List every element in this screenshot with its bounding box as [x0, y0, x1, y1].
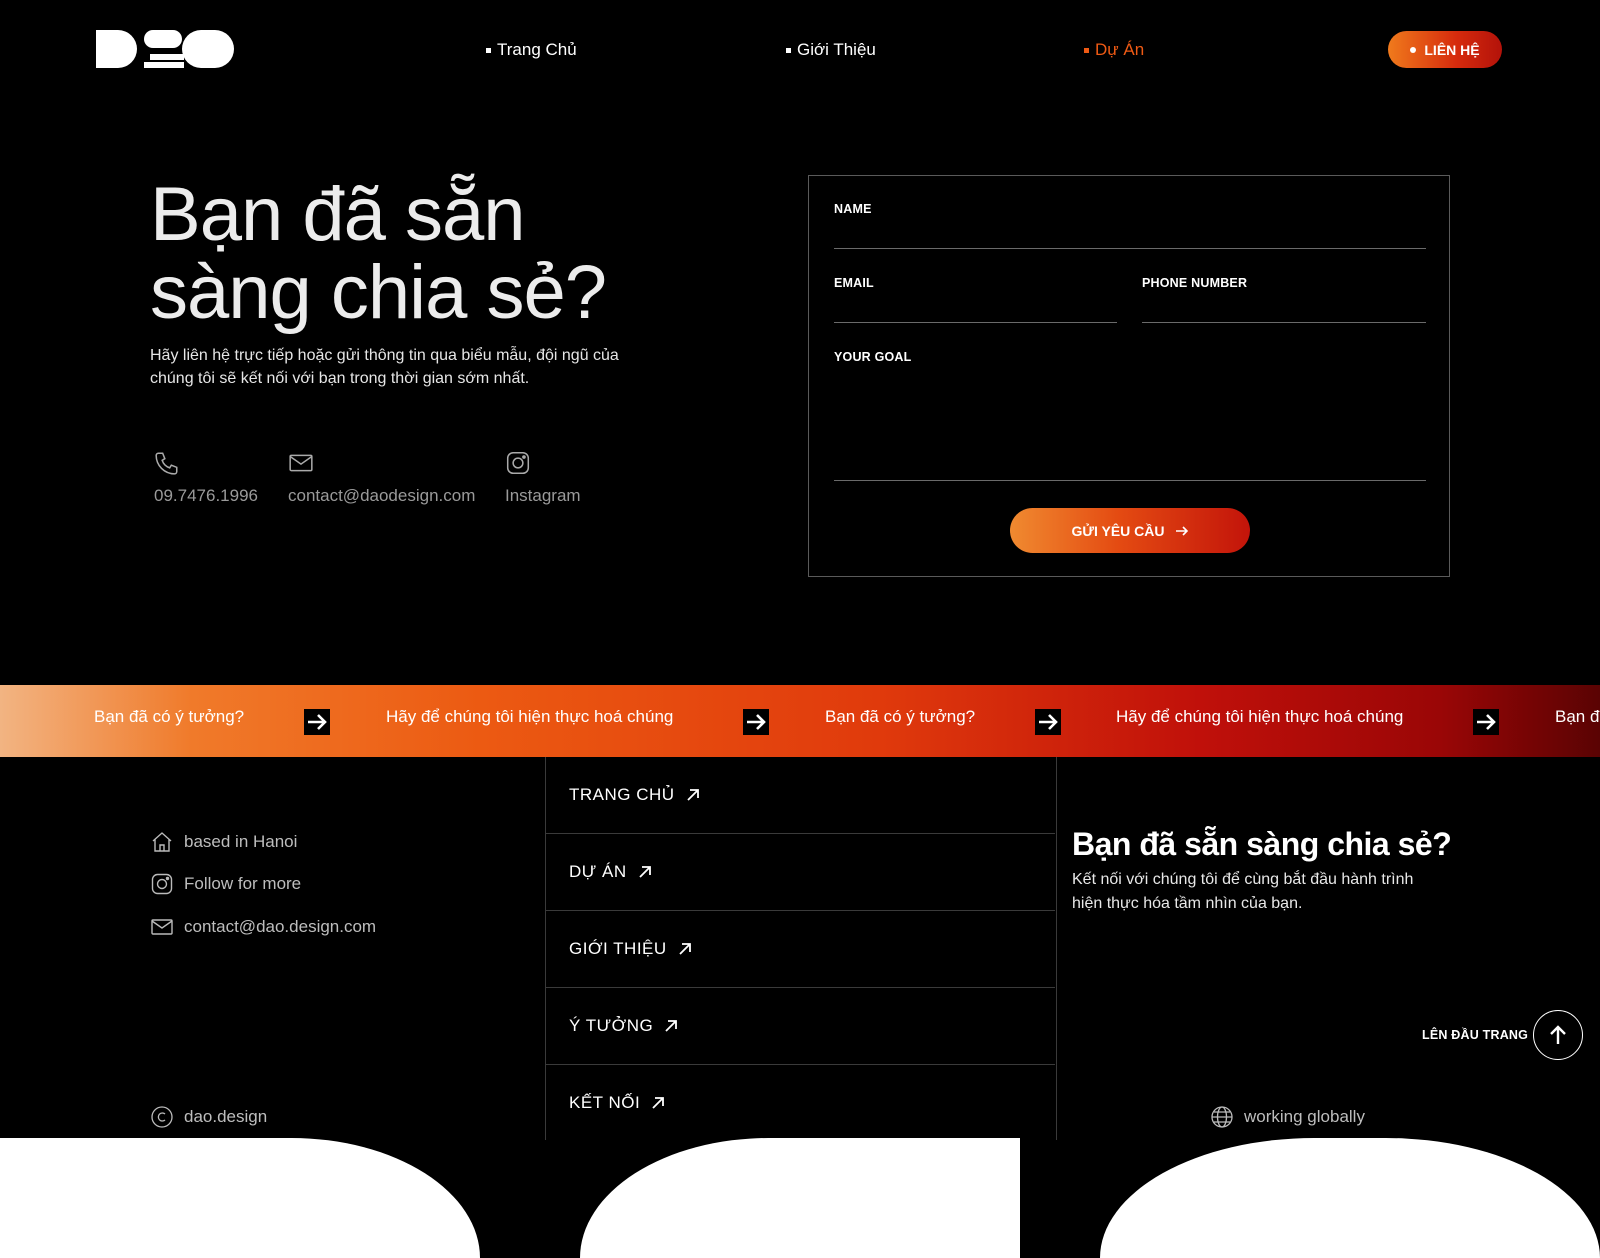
- footer-menu-du-an[interactable]: DỰ ÁN: [545, 834, 1055, 911]
- marquee-text: Hãy để chúng tôi hiện thực hoá chúng: [1116, 707, 1404, 726]
- arrow-right-icon: [743, 709, 769, 735]
- goal-field[interactable]: [834, 480, 1426, 481]
- footer-copyright: dao.design: [150, 1105, 267, 1129]
- marquee-text: Bạn đã có ý tưởng?: [94, 707, 245, 726]
- marquee-text: Hãy để chúng tôi hiện thực hoá chúng: [386, 707, 674, 726]
- decorative-arch: [1100, 1138, 1600, 1258]
- mail-icon: [151, 919, 173, 935]
- arrow-up-right-icon: [679, 943, 691, 955]
- phone-field[interactable]: [1142, 322, 1426, 323]
- marquee-text: Bạn đ: [1555, 707, 1600, 726]
- footer-menu-gioi-thieu[interactable]: GIỚI THIỆU: [545, 911, 1055, 988]
- footer-follow[interactable]: Follow for more: [150, 872, 301, 896]
- footer-email[interactable]: contact@dao.design.com: [150, 915, 376, 939]
- footer-menu-trang-chu[interactable]: TRANG CHỦ: [545, 757, 1055, 834]
- email-field[interactable]: [834, 322, 1117, 323]
- footer-cta-title: Bạn đã sẵn sàng chia sẻ?: [1072, 826, 1452, 862]
- dao-logo[interactable]: [96, 30, 234, 68]
- menu-label: Ý TƯỞNG: [569, 1016, 654, 1035]
- arrow-up-right-icon: [639, 866, 651, 878]
- contact-email[interactable]: contact@daodesign.com: [288, 450, 475, 506]
- hero-title: Bạn đã sẵn sàng chia sẻ?: [150, 176, 710, 332]
- hero-description: Hãy liên hệ trực tiếp hoặc gửi thông tin…: [150, 347, 619, 387]
- name-label: NAME: [834, 202, 872, 216]
- instagram-icon: [506, 451, 530, 475]
- contact-button[interactable]: LIÊN HỆ: [1388, 31, 1502, 68]
- dot-icon: [1410, 46, 1417, 53]
- contact-phone[interactable]: 09.7476.1996: [154, 450, 258, 506]
- email-label: EMAIL: [834, 276, 874, 290]
- hero-title-line1: Bạn đã sẵn: [150, 172, 526, 257]
- copyright-icon: [151, 1106, 173, 1128]
- nav-label: Dự Án: [1095, 40, 1145, 59]
- phone-number: 09.7476.1996: [154, 486, 258, 505]
- footer-working-globally: working globally: [1210, 1105, 1365, 1129]
- home-icon: [152, 832, 172, 852]
- location-text: based in Hanoi: [184, 832, 298, 851]
- arrow-right-icon: [1473, 709, 1499, 735]
- nav-gioi-thieu[interactable]: Giới Thiệu: [786, 40, 876, 60]
- goal-label: YOUR GOAL: [834, 350, 912, 364]
- menu-label: GIỚI THIỆU: [569, 939, 667, 958]
- phone-icon: [155, 452, 178, 475]
- nav-label: Giới Thiệu: [797, 40, 876, 59]
- menu-label: DỰ ÁN: [569, 862, 627, 881]
- phone-label: PHONE NUMBER: [1142, 276, 1248, 290]
- decorative-arch: [0, 1138, 480, 1258]
- contact-button-label: LIÊN HỆ: [1424, 41, 1480, 58]
- arrow-up-right-icon: [686, 789, 699, 801]
- follow-text: Follow for more: [184, 874, 302, 893]
- mail-icon: [289, 454, 313, 472]
- arrow-up-right-icon: [652, 1097, 665, 1109]
- marquee-text: Bạn đã có ý tưởng?: [825, 707, 976, 726]
- nav-du-an[interactable]: Dự Án: [1084, 40, 1144, 60]
- bullet-icon: [1084, 47, 1089, 53]
- instagram-link: Instagram: [505, 486, 581, 505]
- bullet-icon: [486, 47, 491, 53]
- footer-menu-y-tuong[interactable]: Ý TƯỞNG: [545, 988, 1055, 1065]
- submit-button-label: GỬI YÊU CẦU: [1071, 522, 1165, 539]
- marquee-banner: Bạn đã có ý tưởng? Hãy để chúng tôi hiện…: [0, 685, 1600, 757]
- globe-icon: [1211, 1106, 1233, 1128]
- globe-text: working globally: [1244, 1107, 1365, 1126]
- arrow-right-icon: [1035, 709, 1061, 735]
- instagram-icon: [151, 873, 173, 895]
- menu-label: TRANG CHỦ: [569, 785, 675, 804]
- email-address: contact@daodesign.com: [288, 486, 476, 505]
- back-to-top-button[interactable]: [1533, 1010, 1583, 1060]
- contact-instagram[interactable]: Instagram: [505, 450, 581, 506]
- arrow-up-right-icon: [665, 1020, 678, 1032]
- arrow-right-icon: [1175, 525, 1188, 536]
- footer-cta-description: Kết nối với chúng tôi để cùng bắt đầu hà…: [1072, 871, 1414, 912]
- footer-menu-ket-noi[interactable]: KẾT NỐI: [545, 1065, 1055, 1141]
- nav-trang-chu[interactable]: Trang Chủ: [486, 40, 577, 60]
- footer-email-text: contact@dao.design.com: [184, 917, 377, 936]
- copyright-text: dao.design: [184, 1107, 268, 1126]
- footer-location: based in Hanoi: [150, 830, 297, 854]
- arrow-up-icon: [1550, 1025, 1566, 1044]
- decorative-arch: [580, 1138, 1020, 1258]
- nav-label: Trang Chủ: [497, 40, 577, 59]
- arrow-right-icon: [304, 709, 330, 735]
- name-field[interactable]: [834, 248, 1426, 249]
- menu-label: KẾT NỐI: [569, 1093, 641, 1112]
- submit-button[interactable]: GỬI YÊU CẦU: [1010, 508, 1250, 553]
- bullet-icon: [786, 47, 791, 53]
- hero-title-line2: sàng chia sẻ?: [150, 250, 607, 335]
- back-to-top-label[interactable]: LÊN ĐẦU TRANG: [1422, 1028, 1528, 1042]
